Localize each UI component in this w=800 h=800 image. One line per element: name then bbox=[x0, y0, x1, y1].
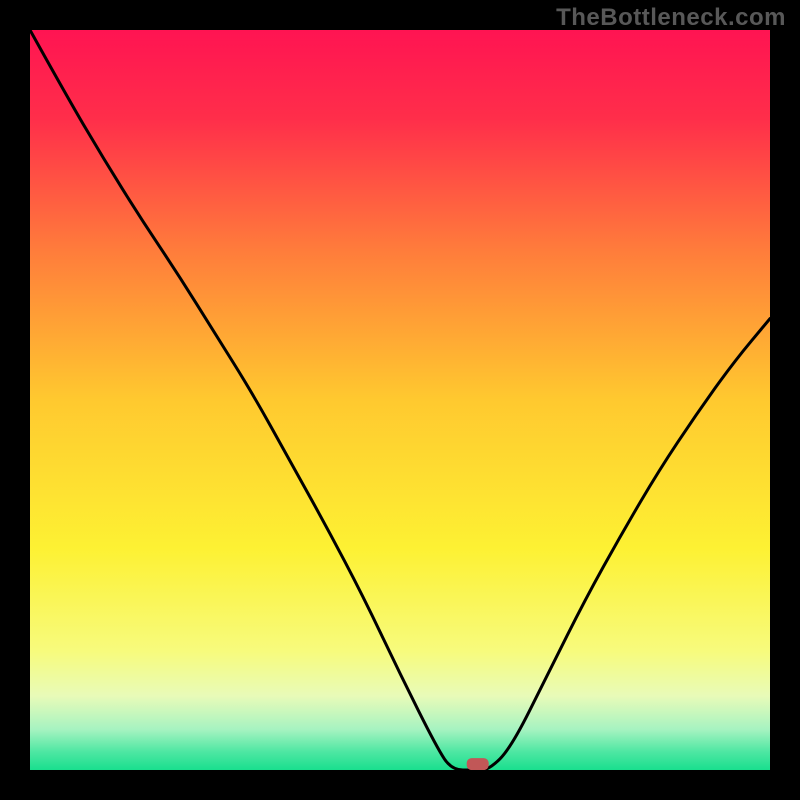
gradient-background bbox=[30, 30, 770, 770]
plot-area bbox=[30, 30, 770, 770]
watermark-text: TheBottleneck.com bbox=[556, 4, 786, 32]
chart-frame: TheBottleneck.com bbox=[0, 0, 800, 800]
optimal-marker bbox=[467, 758, 489, 770]
chart-svg bbox=[30, 30, 770, 770]
